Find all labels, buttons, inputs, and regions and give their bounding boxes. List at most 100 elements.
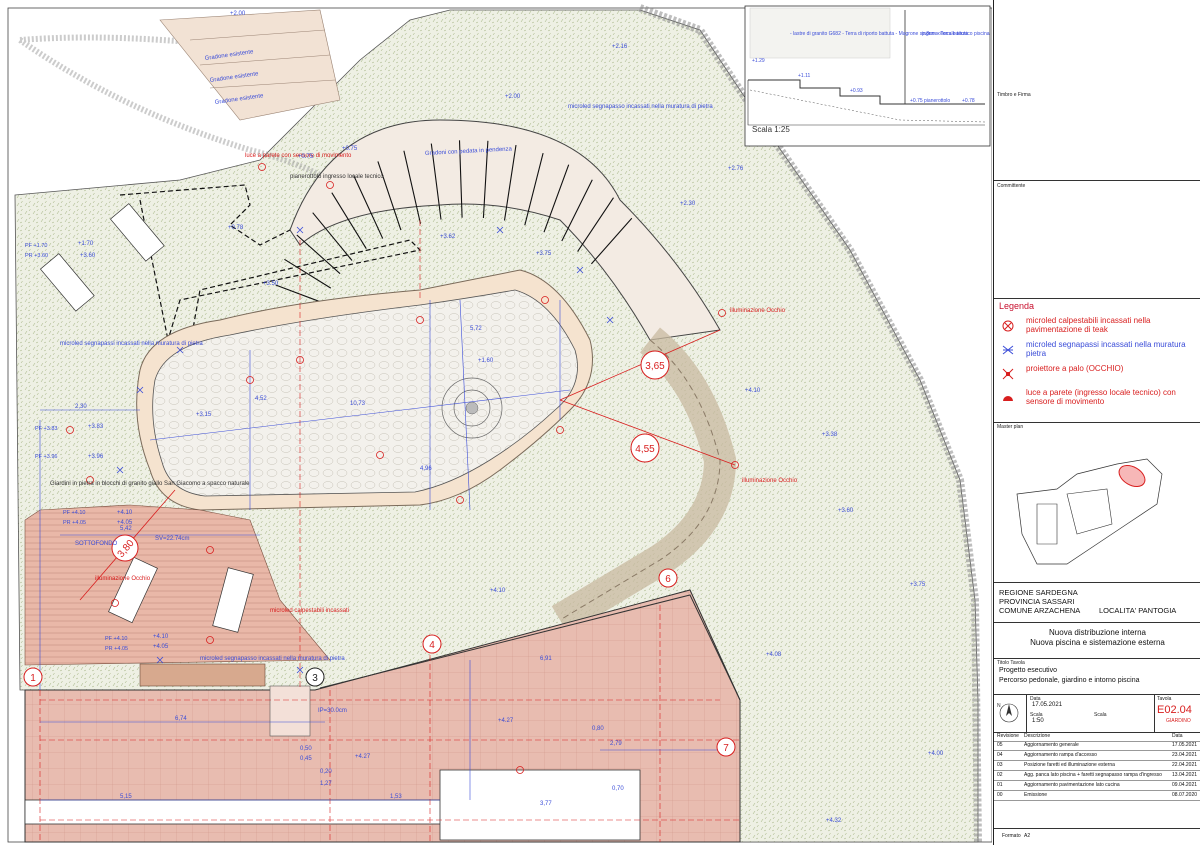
master-plan-label: Master plan — [997, 424, 1024, 430]
sottofondo: SOTTOFONDO — [75, 541, 118, 547]
svg-text:3: 3 — [312, 673, 318, 684]
elevation-label: +4.10 — [745, 388, 761, 394]
grid-bubble-1: 1 — [23, 667, 43, 687]
dimension-label: 5,15 — [120, 794, 132, 800]
svg-text:+0.93: +0.93 — [850, 88, 863, 94]
dim-455-label: 4,55 — [635, 444, 655, 455]
elevation-label: +4.32 — [826, 818, 842, 824]
pf-label: PF +3.83 — [35, 426, 57, 432]
sheet-info-box: N Data 17.05.2021 Scala 1:50 Scala Tavol… — [994, 694, 1200, 733]
giardini-note: Giardini in pietra in blocchi di granito… — [50, 481, 250, 487]
wall-light-icon — [1003, 396, 1013, 401]
dimension-label: 10,73 — [350, 401, 366, 407]
dimension-label: 6,74 — [175, 716, 187, 722]
tavola-sub: GIARDINO — [1166, 718, 1191, 724]
elevation-label: +3.96 — [88, 454, 104, 460]
illum-top: illuminazione Occhio — [730, 308, 786, 314]
elevation-label: +3.75 — [910, 582, 926, 588]
legend-box: Legenda microled calpestabili incassati … — [994, 298, 1200, 423]
grid-bubble-7: 7 — [716, 737, 736, 757]
svg-text:4: 4 — [429, 640, 435, 651]
illum-right: illuminazione Occhio — [742, 478, 798, 484]
elevation-label: +3.62 — [440, 234, 456, 240]
svg-text:+0.78: +0.78 — [962, 98, 975, 104]
elevation-label: +3.60 — [80, 253, 96, 259]
site-plan-drawing: 3,65 4,55 3,80 1 3 4 6 7 Gradone esisten… — [7, 4, 992, 843]
revision-row: 05 Aggiornamento generale 17.05.2021 — [994, 741, 1200, 751]
master-plan-map — [1016, 458, 1163, 565]
elevation-label: +0.78 — [228, 225, 244, 231]
dimension-label: 2,79 — [610, 741, 622, 747]
project-line2: Nuova piscina e sistemazione esterna — [1030, 638, 1165, 647]
house-wall — [24, 799, 446, 825]
dimension-label: 1,53 — [390, 794, 402, 800]
legend-item-luce-parete: luce a parete (ingresso locale tecnico) … — [1000, 388, 1196, 410]
elevation-label: +2.00 — [230, 11, 246, 17]
illum-left: illuminazione Occhio — [95, 576, 151, 582]
localita: LOCALITA' PANTOGIA — [1099, 606, 1177, 615]
microled-pietra-icon — [1002, 345, 1014, 355]
title-block: Timbro e Firma Committente Legenda micro… — [993, 0, 1200, 845]
svg-text:7: 7 — [723, 743, 729, 754]
dim-380: 3,80 — [111, 534, 139, 562]
microled-teak-icon — [1002, 320, 1014, 332]
projector-icon — [1002, 368, 1014, 380]
elevation-label: +1.70 — [78, 241, 94, 247]
ip-label: IP=30.0cm — [318, 708, 347, 714]
legend-item-microled-teak: microled calpestabili incassati nella pa… — [1000, 316, 1196, 338]
revision-row: 02 Agg. panca lato piscina + faretti segn… — [994, 771, 1200, 781]
timbro-label: Timbro e Firma — [997, 92, 1031, 98]
provincia: PROVINCIA SASSARI — [999, 597, 1075, 606]
legend-title: Legenda — [999, 301, 1035, 311]
comune: COMUNE ARZACHENA — [999, 606, 1081, 615]
elevation-label: +3.60 — [838, 508, 854, 514]
dimension-label: 0,70 — [612, 786, 624, 792]
elevation-label: +2.00 — [505, 94, 521, 100]
pf-label: PR +4.05 — [105, 646, 128, 652]
data-value: 17.05.2021 — [1032, 702, 1063, 708]
client-box: Committente — [994, 180, 1200, 299]
tavola-label: Tavola — [1157, 696, 1172, 702]
revision-row: 00 Emissione 08.07.2020 — [994, 791, 1200, 801]
dim-365-label: 3,65 — [645, 361, 665, 372]
dimension-label: 5,72 — [470, 326, 482, 332]
scala-value: 1:50 — [1032, 718, 1044, 724]
microled-teak: microled calpestabili incassati — [270, 608, 349, 614]
revision-row: 01 Aggiornamento pavimentazione lato cuci… — [994, 781, 1200, 791]
dimension-label: 6,91 — [540, 656, 552, 662]
ramp-steps — [269, 685, 311, 737]
dimension-label: 0,45 — [300, 756, 312, 762]
titolo1: Progetto esecutivo — [999, 667, 1057, 674]
elevation-label: +4.10 — [117, 510, 133, 516]
project-line1: Nuova distribuzione interna — [1049, 628, 1146, 637]
pf-label: PF +3.96 — [35, 454, 57, 460]
pianerottolo: pianerottolo ingresso locale tecnico — [290, 174, 384, 180]
pf-label: PF +1.70 — [25, 243, 47, 249]
elevation-label: +4.10 — [490, 588, 506, 594]
tavola-value: E02.04 — [1157, 704, 1192, 716]
sv: SV=22.74cm — [155, 536, 190, 542]
elevation-label: +0.75 — [342, 146, 358, 152]
dimension-label: 5,42 — [120, 526, 132, 532]
pf-label: PR +4.05 — [63, 520, 86, 526]
elevation-label: +4.10 — [153, 634, 169, 640]
elevation-label: +3.15 — [196, 412, 212, 418]
stamp-box: Timbro e Firma — [994, 0, 1200, 181]
elevation-label: +4.00 — [928, 751, 944, 757]
svg-text:+1.29: +1.29 — [752, 58, 765, 64]
elevation-label: +4.08 — [766, 652, 782, 658]
legend-item-microled-pietra: microled segnapassi incassati nella mura… — [1000, 340, 1196, 362]
svg-text:N: N — [997, 703, 1001, 709]
elevation-label: +4.27 — [498, 718, 514, 724]
pf-label: PF +4.10 — [105, 636, 127, 642]
pf-label: PR +3.60 — [25, 253, 48, 259]
formato-value: A2 — [1024, 833, 1031, 839]
microled-bottom: microled segnapasso incassati nella mura… — [200, 656, 345, 662]
grid-bubble-6: 6 — [658, 568, 678, 588]
elevation-label: +3.50 — [263, 281, 279, 287]
committente-label: Committente — [997, 183, 1026, 189]
section-right-label: ingresso locale tecnico piscina — [922, 31, 990, 37]
dimension-label: 0,20 — [320, 769, 332, 775]
dimension-label: 0,50 — [300, 746, 312, 752]
sheet-title-box: Titolo Tavola Progetto esecutivo Percors… — [994, 658, 1200, 695]
